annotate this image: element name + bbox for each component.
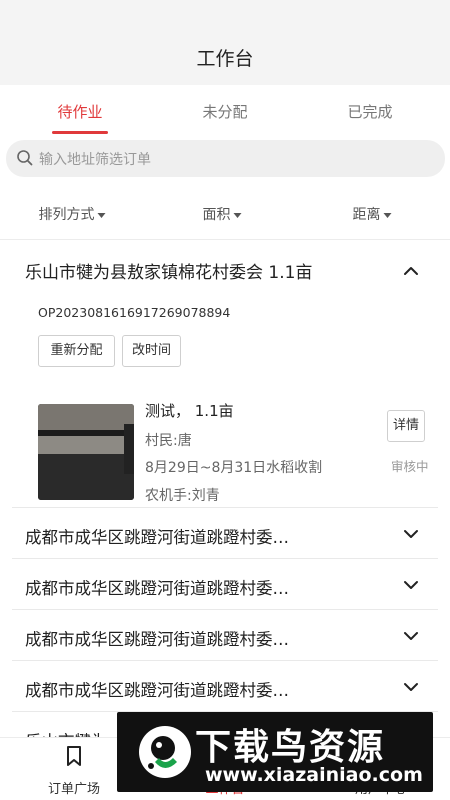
operator-name: 农机手:刘青 bbox=[145, 488, 220, 504]
order-row-title: 成都市成华区跳蹬河街道跳蹬村委… bbox=[25, 528, 289, 547]
tab-unassigned[interactable]: 未分配 bbox=[202, 101, 247, 122]
field-photo-image bbox=[38, 404, 134, 500]
search-input[interactable]: 输入地址筛选订单 bbox=[39, 149, 151, 169]
order-row[interactable]: 成都市成华区跳蹬河街道跳蹬村委… bbox=[12, 609, 438, 660]
chevron-down-icon bbox=[404, 581, 418, 589]
chevron-down-icon bbox=[404, 632, 418, 640]
field-photo bbox=[38, 404, 134, 500]
order-row-title: 成都市成华区跳蹬河街道跳蹬村委… bbox=[25, 579, 289, 598]
order-row[interactable]: 成都市成华区跳蹬河街道跳蹬村委… bbox=[12, 507, 438, 558]
nav-order-plaza-label: 订单广场 bbox=[47, 782, 100, 797]
task-title: 测试， 1.1亩 bbox=[145, 402, 234, 420]
active-tab-indicator bbox=[52, 131, 108, 134]
page-title: 工作台 bbox=[196, 48, 254, 70]
watermark-url: www.xiazainiao.com bbox=[205, 764, 423, 786]
tab-completed[interactable]: 已完成 bbox=[347, 101, 392, 122]
search-bar[interactable]: 输入地址筛选订单 bbox=[6, 140, 445, 177]
detail-button[interactable]: 详情 bbox=[387, 410, 425, 442]
area-filter-label: 面积 bbox=[202, 207, 231, 223]
chevron-down-icon bbox=[404, 530, 418, 538]
order-row[interactable]: 成都市成华区跳蹬河街道跳蹬村委… bbox=[12, 660, 438, 711]
search-icon bbox=[17, 150, 33, 166]
chevron-up-icon[interactable] bbox=[403, 265, 419, 277]
watermark-banner: 下载鸟资源 www.xiazainiao.com bbox=[117, 712, 433, 792]
status-tabs: 待作业 未分配 已完成 bbox=[0, 85, 450, 135]
distance-filter[interactable]: 距离 bbox=[353, 204, 392, 224]
order-row-title: 成都市成华区跳蹬河街道跳蹬村委… bbox=[25, 630, 289, 649]
filter-bar: 排列方式 面积 距离 bbox=[0, 190, 450, 240]
caret-down-icon bbox=[383, 212, 392, 218]
sort-filter[interactable]: 排列方式 bbox=[39, 204, 106, 224]
watermark-title: 下载鸟资源 bbox=[195, 727, 386, 768]
status-badge: 审核中 bbox=[391, 459, 429, 474]
change-time-button[interactable]: 改时间 bbox=[122, 335, 181, 367]
tab-pending[interactable]: 待作业 bbox=[57, 101, 102, 122]
nav-order-plaza[interactable]: 订单广场 bbox=[18, 738, 130, 800]
order-row-title: 成都市成华区跳蹬河街道跳蹬村委… bbox=[25, 681, 289, 700]
reassign-button[interactable]: 重新分配 bbox=[38, 335, 115, 367]
area-filter[interactable]: 面积 bbox=[203, 204, 242, 224]
farmer-name: 村民:唐 bbox=[145, 433, 192, 449]
bird-logo-icon bbox=[139, 726, 191, 778]
order-title[interactable]: 乐山市犍为县敖家镇棉花村委会 1.1亩 bbox=[25, 258, 312, 283]
caret-down-icon bbox=[233, 212, 242, 218]
distance-filter-label: 距离 bbox=[352, 207, 381, 223]
task-schedule: 8月29日~8月31日水稻收割 bbox=[145, 460, 323, 476]
chevron-down-icon bbox=[404, 683, 418, 691]
order-number: OP20230816169172690788948 bbox=[38, 305, 231, 320]
app-header: 工作台 bbox=[0, 0, 450, 85]
caret-down-icon bbox=[97, 212, 106, 218]
order-row[interactable]: 成都市成华区跳蹬河街道跳蹬村委… bbox=[12, 558, 438, 609]
bookmark-icon bbox=[67, 746, 81, 766]
sort-filter-label: 排列方式 bbox=[38, 207, 95, 223]
